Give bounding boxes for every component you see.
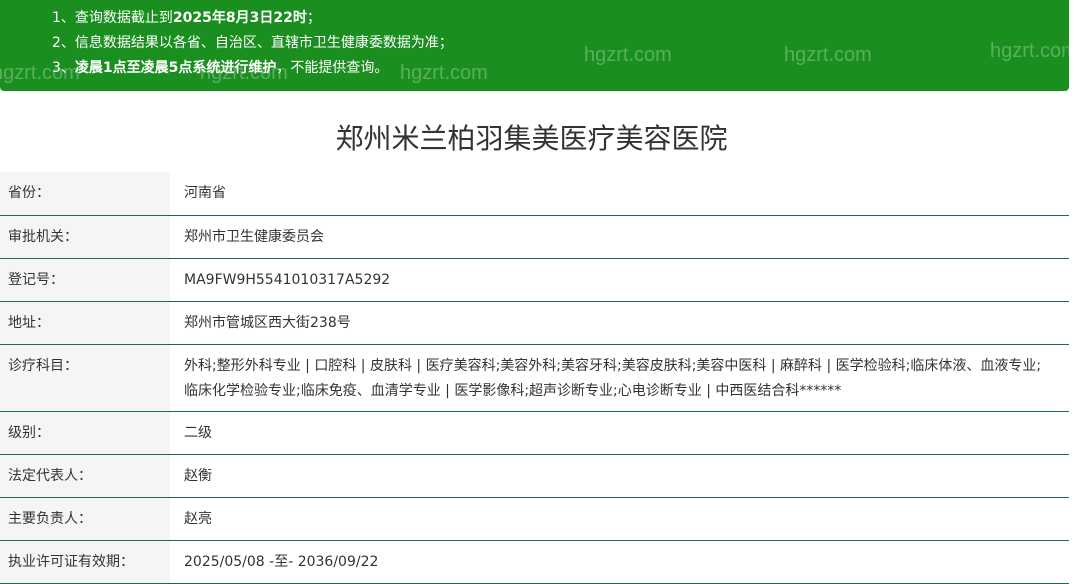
page-title: 郑州米兰柏羽集美医疗美容医院 [335, 122, 728, 155]
notice-text: 信息数据结果以各省、自治区、直辖市卫生健康委数据为准； [74, 35, 453, 51]
table-row: 审批机关： 郑州市卫生健康委员会 [0, 215, 1069, 259]
table-row: 省份： 河南省 [0, 172, 1069, 216]
notice-suffix: ； [306, 10, 321, 26]
notice-list: 1、查询数据截止到2025年8月3日22时； 2、信息数据结果以各省、自治区、直… [52, 6, 453, 81]
field-value: 河南省 [170, 172, 1069, 216]
field-label: 地址： [0, 301, 170, 345]
field-value: MA9FW9H5541010317A5292 [170, 258, 1069, 302]
field-label: 省份： [0, 172, 170, 216]
table-row: 执业许可证有效期： 2025/05/08 -至- 2036/09/22 [0, 540, 1069, 584]
notice-prefix: 1、 [52, 10, 75, 26]
field-label: 执业许可证有效期： [0, 540, 170, 584]
field-label: 法定代表人： [0, 454, 170, 498]
field-value: 郑州市管城区西大街238号 [170, 301, 1069, 345]
notice-prefix: 3、 [52, 60, 75, 76]
table-row: 法定代表人： 赵衡 [0, 454, 1069, 498]
table-row: 诊疗科目： 外科;整形外科专业 | 口腔科 | 皮肤科 | 医疗美容科;美容外科… [0, 344, 1069, 412]
field-label: 主要负责人： [0, 497, 170, 541]
watermark: hgzrt.com [990, 40, 1069, 62]
notice-bold: 凌晨1点至凌晨5点系统进行维护 [74, 60, 277, 76]
field-label: 诊疗科目： [0, 344, 170, 412]
table-row: 登记号： MA9FW9H5541010317A5292 [0, 258, 1069, 302]
table-row: 主要负责人： 赵亮 [0, 497, 1069, 541]
field-value: 郑州市卫生健康委员会 [170, 215, 1069, 259]
field-label: 审批机关： [0, 215, 170, 259]
notice-suffix: ，不能提供查询。 [276, 60, 389, 76]
info-table: 省份： 河南省 审批机关： 郑州市卫生健康委员会 登记号： MA9FW9H554… [0, 172, 1069, 584]
field-value: 2025/05/08 -至- 2036/09/22 [170, 540, 1069, 584]
field-label: 级别： [0, 411, 170, 455]
field-value: 赵亮 [170, 497, 1069, 541]
field-value: 赵衡 [170, 454, 1069, 498]
notice-line: 3、凌晨1点至凌晨5点系统进行维护，不能提供查询。 [52, 56, 453, 81]
notice-text: 查询数据截止到 [74, 10, 173, 26]
notice-banner: hgzrt.com hgzrt.com hgzrt.com hgzrt.com … [0, 0, 1069, 91]
notice-line: 2、信息数据结果以各省、自治区、直辖市卫生健康委数据为准； [52, 31, 453, 56]
field-label: 登记号： [0, 258, 170, 302]
notice-line: 1、查询数据截止到2025年8月3日22时； [52, 6, 453, 31]
field-value: 外科;整形外科专业 | 口腔科 | 皮肤科 | 医疗美容科;美容外科;美容牙科;… [170, 344, 1069, 412]
notice-prefix: 2、 [52, 35, 75, 51]
table-row: 级别： 二级 [0, 411, 1069, 455]
watermark: hgzrt.com [584, 44, 672, 66]
table-row: 地址： 郑州市管城区西大街238号 [0, 301, 1069, 345]
field-value: 二级 [170, 411, 1069, 455]
notice-bold: 2025年8月3日22时 [172, 10, 307, 26]
watermark: hgzrt.com [784, 44, 872, 66]
